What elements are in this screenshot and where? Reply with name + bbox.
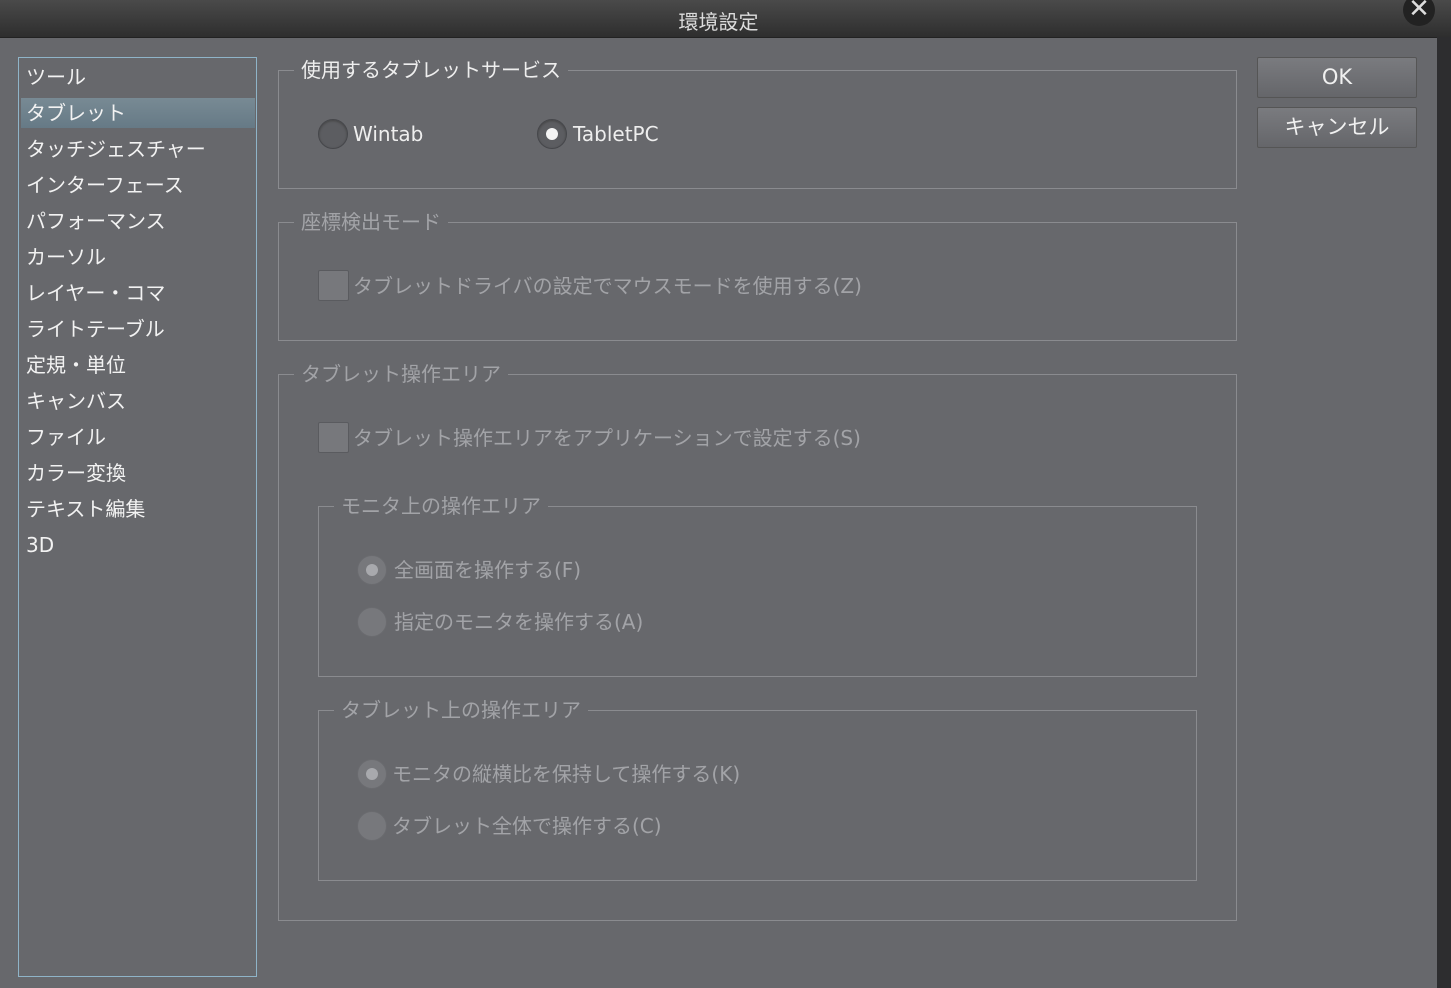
keep-ratio-radio[interactable] (357, 759, 387, 789)
tabletpc-radio[interactable] (537, 119, 567, 149)
mouse-mode-checkbox[interactable] (318, 270, 349, 301)
sidebar-item-tool[interactable]: ツール (21, 62, 255, 92)
sidebar-item-canvas[interactable]: キャンバス (21, 386, 255, 416)
sidebar-item-color-conversion[interactable]: カラー変換 (21, 458, 255, 488)
app-area-checkbox[interactable] (318, 422, 349, 453)
mouse-mode-label[interactable]: タブレットドライバの設定でマウスモードを使用する(Z) (353, 272, 862, 300)
specific-monitor-label[interactable]: 指定のモニタを操作する(A) (394, 608, 643, 636)
sidebar-item-3d[interactable]: 3D (21, 530, 255, 560)
sidebar-item-ruler-unit[interactable]: 定規・単位 (21, 350, 255, 380)
window-edge (1437, 37, 1451, 988)
cancel-button[interactable]: キャンセル (1257, 107, 1417, 148)
sidebar-item-layer[interactable]: レイヤー・コマ (21, 278, 255, 308)
group-legend: タブレット操作エリア (294, 360, 508, 388)
sidebar-item-cursor[interactable]: カーソル (21, 242, 255, 272)
whole-tablet-radio[interactable] (357, 811, 387, 841)
group-legend: 座標検出モード (294, 208, 448, 236)
keep-ratio-label[interactable]: モニタの縦横比を保持して操作する(K) (392, 760, 740, 788)
full-screen-radio[interactable] (357, 555, 387, 585)
ok-button[interactable]: OK (1257, 57, 1417, 98)
sidebar-item-performance[interactable]: パフォーマンス (21, 206, 255, 236)
whole-tablet-label[interactable]: タブレット全体で操作する(C) (392, 812, 662, 840)
group-legend: 使用するタブレットサービス (294, 56, 568, 84)
sidebar-item-tablet[interactable]: タブレット (21, 98, 255, 128)
full-screen-label[interactable]: 全画面を操作する(F) (394, 556, 581, 584)
wintab-label[interactable]: Wintab (353, 120, 423, 148)
monitor-area-group: モニタ上の操作エリア (318, 492, 1197, 677)
title-bar: 環境設定 ✕ (0, 0, 1451, 38)
group-legend: モニタ上の操作エリア (334, 492, 548, 520)
app-area-label[interactable]: タブレット操作エリアをアプリケーションで設定する(S) (353, 424, 861, 452)
category-list: ツール タブレット タッチジェスチャー インターフェース パフォーマンス カーソ… (18, 57, 257, 977)
sidebar-item-file[interactable]: ファイル (21, 422, 255, 452)
wintab-radio[interactable] (318, 119, 348, 149)
tabletpc-label[interactable]: TabletPC (573, 120, 659, 148)
specific-monitor-radio[interactable] (357, 607, 387, 637)
sidebar-item-interface[interactable]: インターフェース (21, 170, 255, 200)
sidebar-item-lighttable[interactable]: ライトテーブル (21, 314, 255, 344)
sidebar-item-touch-gesture[interactable]: タッチジェスチャー (21, 134, 255, 164)
group-legend: タブレット上の操作エリア (334, 696, 588, 724)
sidebar-item-text-edit[interactable]: テキスト編集 (21, 494, 255, 524)
window-title: 環境設定 (678, 10, 759, 34)
tablet-area-subgroup: タブレット上の操作エリア (318, 696, 1197, 881)
